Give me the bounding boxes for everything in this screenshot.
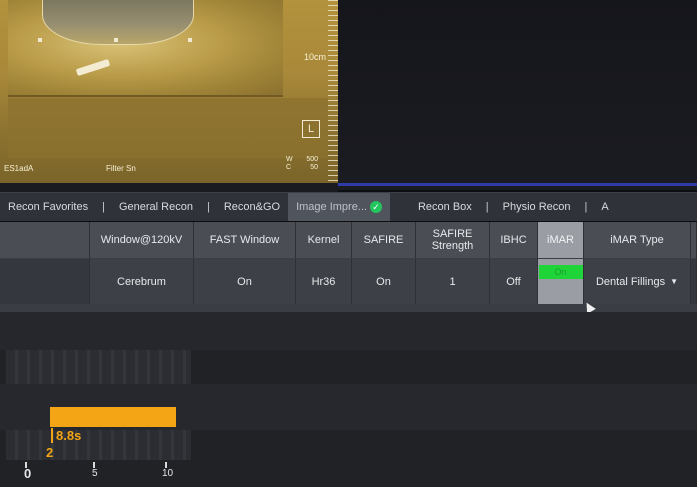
roi-handle[interactable] <box>38 38 42 42</box>
viewport-gap <box>0 183 338 192</box>
scan-timeline[interactable]: 8.8s 2 0 5 10 <box>0 350 697 487</box>
tick-label: 5 <box>92 468 98 479</box>
image-viewport[interactable]: 10cm L ES1adA Filter Sn W 500 C 50 <box>0 0 338 183</box>
scale-label: 10cm <box>304 52 327 62</box>
safire-value[interactable]: On <box>352 259 416 304</box>
tab-label: Image Impre... <box>296 201 367 213</box>
kernel-value[interactable]: Hr36 <box>296 259 352 304</box>
tab-separator: | <box>206 201 210 213</box>
tab-separator: | <box>485 201 489 213</box>
header-imar-type: iMAR Type <box>584 222 691 258</box>
safire-strength-value[interactable]: 1 <box>416 259 490 304</box>
viewport-border <box>338 183 697 186</box>
check-icon: ✓ <box>369 201 382 213</box>
header-extra <box>691 222 697 258</box>
header-imar: iMAR <box>538 222 584 258</box>
series-label: ES1adA <box>4 164 34 173</box>
tick-label: 10 <box>162 468 174 479</box>
header-kernel: Kernel <box>296 222 352 258</box>
imar-toggle[interactable]: On <box>538 265 583 279</box>
tab-physio-recon[interactable]: Physio Recon <box>495 193 579 221</box>
timeline-header <box>0 312 697 350</box>
tab-general-recon[interactable]: General Recon <box>111 193 201 221</box>
window-value: 500 <box>306 156 318 163</box>
imar-type-value: Dental Fillings <box>595 275 666 288</box>
recon-tabs: Recon Favorites | General Recon | Recon&… <box>0 192 697 221</box>
tab-separator: | <box>102 201 105 213</box>
tick-label: 0 <box>24 466 32 481</box>
scale-ruler <box>328 0 338 183</box>
tab-more[interactable]: A <box>593 193 616 221</box>
tab-separator: | <box>584 201 588 213</box>
tab-recon-favorites[interactable]: Recon Favorites <box>0 193 96 221</box>
tab-recon-box[interactable]: Recon Box <box>390 193 480 221</box>
extra-cell <box>691 259 697 304</box>
row-label-cell <box>0 259 90 304</box>
fast-window-value[interactable]: On <box>194 259 296 304</box>
filter-label: Filter Sn <box>106 164 136 173</box>
window-value[interactable]: Cerebrum <box>90 259 194 304</box>
scan-range-bar[interactable] <box>50 407 176 427</box>
grid-corner <box>0 222 90 258</box>
image-band <box>8 98 328 158</box>
scan-time: 8.8s <box>56 428 82 443</box>
skull-outline <box>42 0 194 45</box>
header-window: Window@120kV <box>90 222 194 258</box>
empty-viewport <box>338 0 697 190</box>
center-value: 50 <box>310 164 318 171</box>
scan-number: 2 <box>46 445 54 460</box>
imar-cell[interactable]: On <box>538 259 584 304</box>
header-fast-window: FAST Window <box>194 222 296 258</box>
roi-handle[interactable] <box>188 38 192 42</box>
center-key: C <box>286 164 292 171</box>
roi-handle[interactable] <box>114 38 118 42</box>
imar-type-dropdown[interactable]: Dental Fillings ▼ <box>584 259 691 304</box>
scan-start-marker[interactable] <box>51 428 53 443</box>
tab-image-impression[interactable]: Image Impre... ✓ <box>288 193 390 221</box>
chevron-down-icon: ▼ <box>670 277 678 286</box>
ibhc-value[interactable]: Off <box>490 259 538 304</box>
layout-icon[interactable]: L <box>302 120 320 138</box>
header-ibhc: IBHC <box>490 222 538 258</box>
window-center-readout: W 500 C 50 <box>286 156 318 172</box>
recon-parameter-grid: Window@120kV FAST Window Kernel SAFIRE S… <box>0 222 697 312</box>
window-key: W <box>286 156 293 163</box>
header-safire-strength: SAFIRE Strength <box>416 222 490 258</box>
header-safire: SAFIRE <box>352 222 416 258</box>
tab-recon-and-go[interactable]: Recon&GO <box>216 193 288 221</box>
